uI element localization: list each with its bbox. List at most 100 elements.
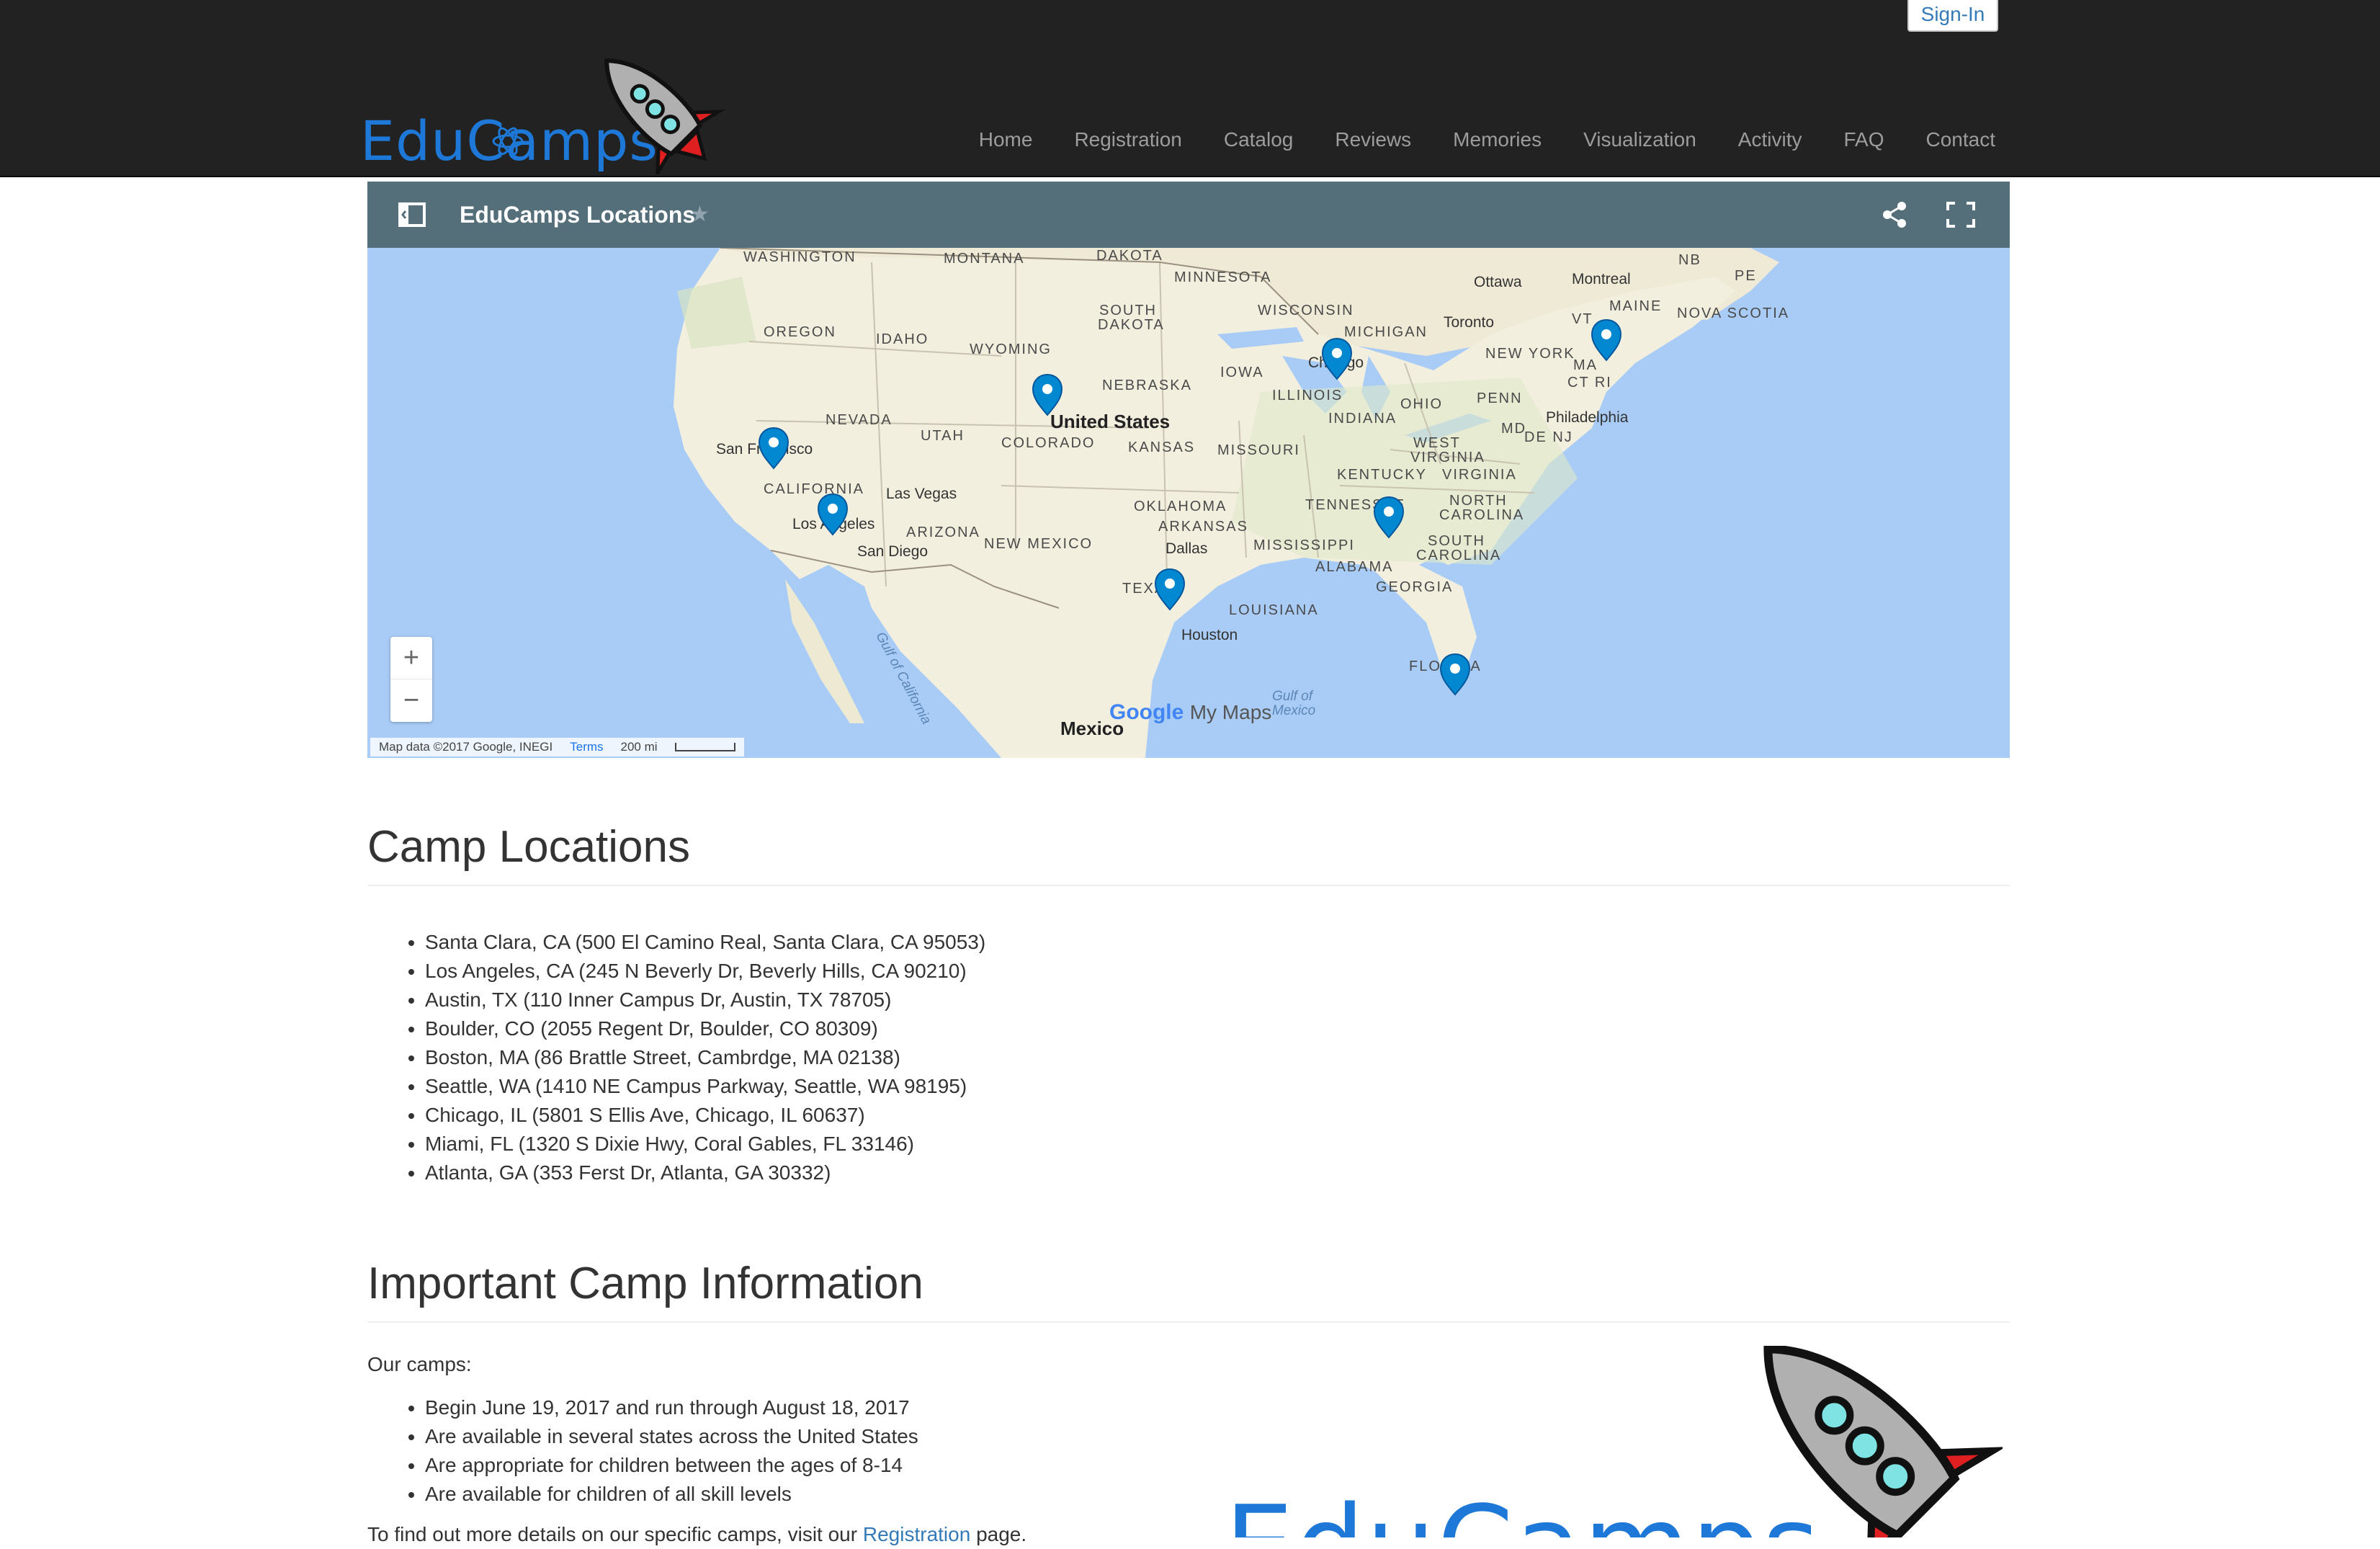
map-label: NEBRASKA [1102,378,1192,393]
map-label: DE NJ [1524,429,1573,445]
map-label: LOUISIANA [1229,602,1319,618]
nav-contact[interactable]: Contact [1926,121,1996,159]
map-label: MA [1573,357,1598,373]
map-label: DAKOTA [1096,248,1163,264]
map-label: GEORGIA [1376,579,1454,595]
map-title: EduCamps Locations [460,202,696,228]
map-label: Mexico [1272,703,1316,718]
info-list: Begin June 19, 2017 and run through Augu… [367,1393,918,1509]
list-item: Are available in several states across t… [425,1422,918,1451]
info-heading: Important Camp Information [367,1258,2010,1323]
map-label: ARKANSAS [1158,519,1248,535]
list-item: Boulder, CO (2055 Regent Dr, Boulder, CO… [425,1014,985,1043]
map-label: San Diego [857,543,929,560]
map-label: OREGON [764,324,836,340]
map-label: IOWA [1220,365,1264,380]
map-label: San Francisco [716,441,813,457]
list-item: Los Angeles, CA (245 N Beverly Dr, Bever… [425,957,985,986]
map-label: COLORADO [1001,435,1096,451]
nav-registration[interactable]: Registration [1074,121,1181,159]
star-icon[interactable]: ★ [690,200,710,229]
map-label: Las Vegas [886,486,957,502]
map-label: CAROLINA [1439,507,1525,523]
fullscreen-icon[interactable] [1946,202,1975,228]
top-navbar: Sign-In EduCamps Home Registration Catal… [0,0,2380,177]
map-label: MAINE [1609,298,1663,314]
site-logo[interactable]: EduCamps [360,52,749,174]
map-label: PE [1735,268,1757,284]
map-label: TEXAS [1122,581,1177,597]
share-icon[interactable] [1880,200,1909,229]
large-logo: EduCamps [1225,1346,2003,1537]
map-label: MISSISSIPPI [1253,537,1355,553]
map-legend-toggle-icon[interactable] [398,202,426,228]
map-label: OKLAHOMA [1134,499,1227,514]
details-suffix: page. [976,1523,1027,1545]
google-logo-text: Google [1109,700,1184,724]
map-label: NEW MEXICO [984,536,1093,552]
map-label: OHIO [1400,396,1444,412]
list-item: Chicago, IL (5801 S Ellis Ave, Chicago, … [425,1101,985,1130]
scale-label: 200 mi [620,740,658,754]
map-label: WISCONSIN [1258,303,1354,318]
nav-memories[interactable]: Memories [1453,121,1542,159]
rocket-icon [492,58,726,174]
map-label: VT [1572,311,1593,327]
nav-faq[interactable]: FAQ [1843,121,1884,159]
map-label: MISSOURI [1217,442,1300,458]
list-item: Austin, TX (110 Inner Campus Dr, Austin,… [425,986,985,1014]
my-maps-text: My Maps [1189,701,1272,723]
map-label: CT RI [1567,375,1612,390]
map-label: CAROLINA [1416,548,1502,563]
details-prefix: To find out more details on our specific… [367,1523,858,1545]
list-item: Atlanta, GA (353 Ferst Dr, Atlanta, GA 3… [425,1159,985,1187]
map-label: CALIFORNIA [764,481,865,497]
map-label: TENNESSEE [1305,497,1406,513]
nav-activity[interactable]: Activity [1738,121,1802,159]
list-item: Santa Clara, CA (500 El Camino Real, San… [425,928,985,957]
map-label: KANSAS [1128,439,1196,455]
map-label: WYOMING [970,342,1052,357]
map-label: NOVA SCOTIA [1677,305,1790,321]
map-label: Dallas [1166,540,1208,557]
nav-reviews[interactable]: Reviews [1335,121,1411,159]
map-label: NEVADA [826,412,892,428]
google-my-maps-logo: Google My Maps [1109,700,1271,725]
zoom-in-button[interactable]: + [390,637,432,679]
registration-link[interactable]: Registration [863,1523,970,1545]
map-label: VIRGINIA [1410,450,1485,465]
nav-visualization[interactable]: Visualization [1583,121,1696,159]
map-label: Philadelphia [1546,409,1629,426]
map-canvas[interactable]: WASHINGTON MONTANA DAKOTA MINNESOTA Otta… [367,248,2010,758]
map-label: Montreal [1572,271,1631,287]
map-label: NB [1678,252,1701,268]
map-label: Ottawa [1474,274,1522,290]
terms-link[interactable]: Terms [570,738,603,756]
map-label: FLORIDA [1409,659,1482,674]
map-attribution: Map data ©2017 Google, INEGI Terms 200 m… [370,738,744,756]
locations-list: Santa Clara, CA (500 El Camino Real, San… [367,928,985,1187]
nav-home[interactable]: Home [979,121,1033,159]
list-item: Are appropriate for children between the… [425,1451,918,1480]
sign-in-button[interactable]: Sign-In [1907,0,1998,32]
map-label: Houston [1181,627,1238,643]
map-label: Toronto [1444,314,1495,331]
map-label: ALABAMA [1315,559,1394,575]
map-label: Gulf of [1272,689,1312,704]
map-label: UTAH [921,428,965,444]
list-item: Miami, FL (1320 S Dixie Hwy, Coral Gable… [425,1130,985,1159]
zoom-control: + − [390,637,432,722]
map-label: ILLINOIS [1272,388,1343,403]
map-label: PENN [1477,390,1523,406]
scale-bar [674,743,735,751]
details-paragraph: To find out more details on our specific… [367,1520,1026,1549]
map-label: VIRGINIA [1442,467,1517,483]
list-item: Begin June 19, 2017 and run through Augu… [425,1393,918,1422]
map-label: Chicago [1308,354,1364,371]
map-label: United States [1050,411,1171,432]
zoom-out-button[interactable]: − [390,679,432,721]
main-nav: Home Registration Catalog Reviews Memori… [979,121,1995,159]
nav-catalog[interactable]: Catalog [1224,121,1294,159]
map-label: MICHIGAN [1344,324,1428,340]
map-label: MD [1501,421,1527,437]
